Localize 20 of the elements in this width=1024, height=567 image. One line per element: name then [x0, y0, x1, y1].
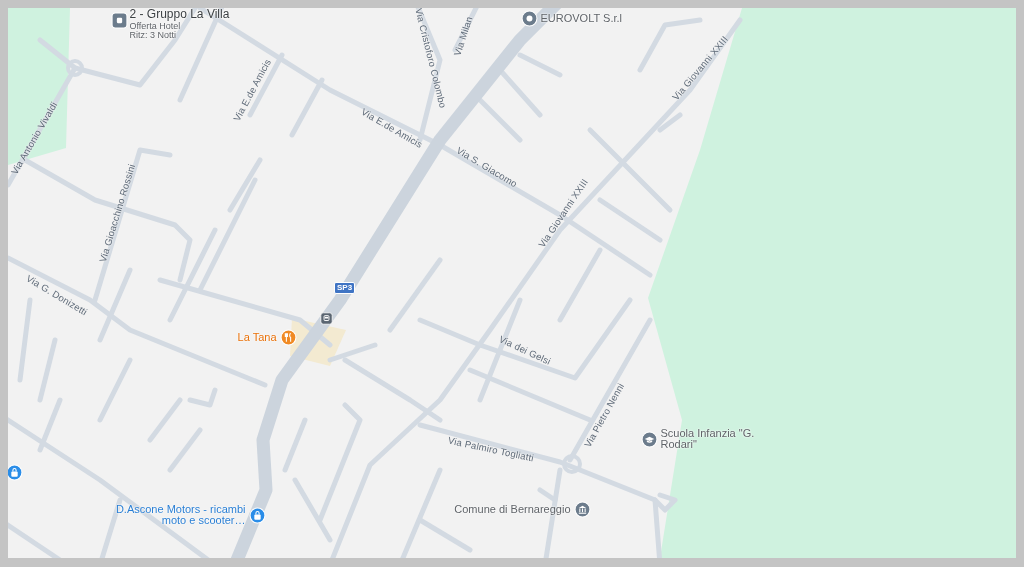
building-icon[interactable]	[573, 500, 591, 518]
place-label: Scuola Infanzia "G. Rodari"	[660, 428, 756, 450]
place-label: 2 - Gruppo La Villa	[129, 8, 230, 20]
offer-text: Offerta Hotel Ritz: 3 Notti	[129, 21, 181, 40]
square-marker-icon[interactable]	[110, 11, 128, 29]
graduation-cap-icon[interactable]	[640, 430, 658, 448]
place-label: D.Ascone Motors - ricambi moto e scooter…	[115, 504, 246, 526]
street-label: Via Milan	[451, 14, 475, 58]
shopping-bag-icon[interactable]	[8, 463, 23, 481]
route-shield: SP3	[334, 282, 356, 294]
shopping-bag-icon[interactable]	[248, 506, 266, 524]
place-label: Comune di Bernareggio	[454, 503, 571, 515]
street-label: Via dei Gelsi	[497, 333, 553, 367]
fork-knife-icon[interactable]	[279, 328, 297, 346]
place-label: La Tana	[237, 331, 277, 343]
bus-icon[interactable]	[319, 311, 333, 325]
street-label: Via Cristoforo Colombo	[413, 8, 449, 110]
place-label: EUROVOLT S.r.l	[540, 12, 622, 24]
location-pin-icon[interactable]	[520, 9, 538, 27]
street-label: Via Palmiro Togliatti	[447, 434, 535, 464]
